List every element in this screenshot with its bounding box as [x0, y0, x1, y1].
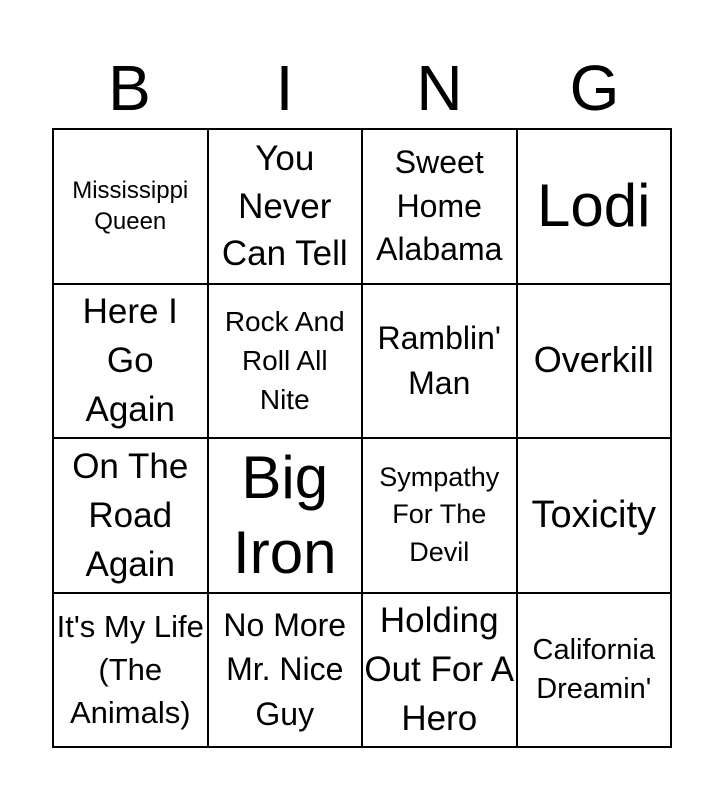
- bingo-cell[interactable]: Overkill: [516, 283, 671, 438]
- cell-text: It's My Life (The Animals): [56, 608, 204, 731]
- header-letter-b: B: [108, 52, 151, 124]
- header-letter-g: G: [569, 52, 620, 124]
- bingo-header: B I N G: [52, 48, 672, 128]
- cell-text: Sympathy For The Devil: [379, 461, 500, 568]
- bingo-cell[interactable]: Lodi: [516, 129, 671, 284]
- cell-text: Ramblin' Man: [377, 319, 501, 401]
- bingo-cell[interactable]: You Never Can Tell: [207, 129, 362, 284]
- cell-text: Toxicity: [531, 493, 657, 536]
- cell-text: Sweet Home Alabama: [376, 144, 503, 267]
- header-letter-i: I: [275, 52, 294, 124]
- cell-text: No More Mr. Nice Guy: [223, 606, 347, 733]
- bingo-cell[interactable]: Sweet Home Alabama: [362, 129, 517, 284]
- bingo-cell[interactable]: Here I Go Again: [53, 283, 208, 438]
- cell-text: Mississippi Queen: [72, 177, 189, 236]
- bingo-cell[interactable]: Rock And Roll All Nite: [207, 283, 362, 438]
- bingo-cell[interactable]: Sympathy For The Devil: [362, 438, 517, 593]
- bingo-cell[interactable]: California Dreamin': [516, 592, 671, 747]
- cell-text: Lodi: [537, 172, 651, 240]
- bingo-cell[interactable]: No More Mr. Nice Guy: [207, 592, 362, 747]
- bingo-cell[interactable]: It's My Life (The Animals): [53, 592, 208, 747]
- bingo-cell[interactable]: Mississippi Queen: [53, 129, 208, 284]
- bingo-cell[interactable]: Big Iron: [207, 438, 362, 593]
- bingo-cell[interactable]: Toxicity: [516, 438, 671, 593]
- cell-text: You Never Can Tell: [221, 139, 348, 273]
- cell-text: Overkill: [533, 339, 654, 381]
- cell-text: Rock And Roll All Nite: [224, 305, 345, 416]
- bingo-cell[interactable]: Ramblin' Man: [362, 283, 517, 438]
- header-letter-n: N: [416, 52, 463, 124]
- cell-text: Big Iron: [233, 444, 337, 587]
- bingo-grid: Mississippi Queen You Never Can Tell Swe…: [52, 128, 672, 748]
- cell-text: Here I Go Again: [82, 292, 178, 430]
- cell-text: California Dreamin': [532, 633, 656, 705]
- cell-text: On The Road Again: [72, 446, 189, 584]
- cell-text: Holding Out For A Hero: [364, 601, 515, 739]
- bingo-cell[interactable]: Holding Out For A Hero: [362, 592, 517, 747]
- bingo-cell[interactable]: On The Road Again: [53, 438, 208, 593]
